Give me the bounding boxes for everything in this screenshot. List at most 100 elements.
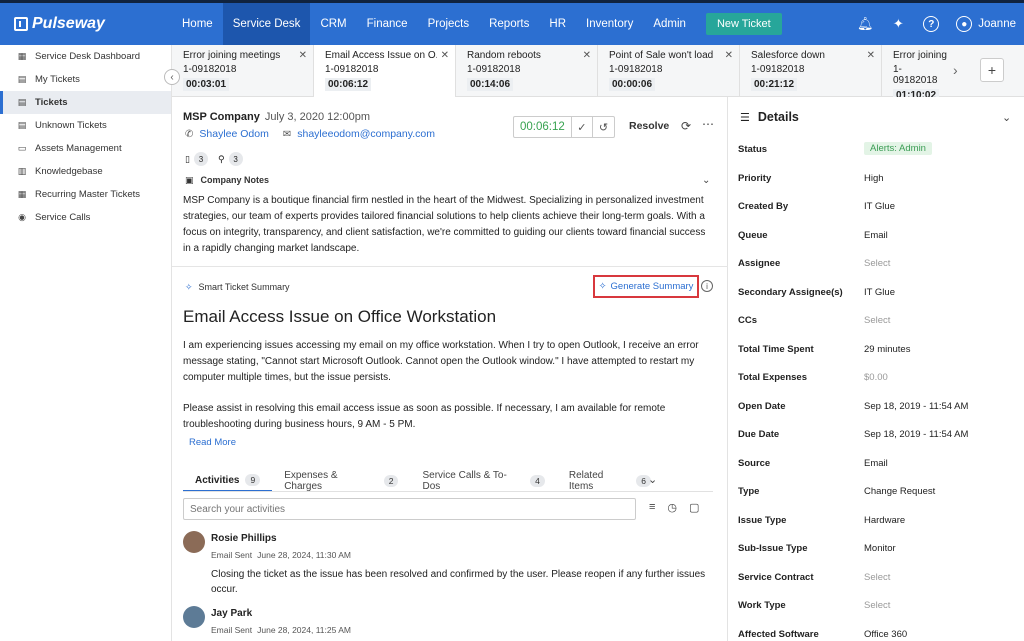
nav-finance[interactable]: Finance <box>357 3 418 45</box>
nav-admin[interactable]: Admin <box>643 3 696 45</box>
company-name[interactable]: MSP Company <box>183 111 260 123</box>
logo-text: Pulseway <box>32 15 105 33</box>
close-icon[interactable]: ✕ <box>725 50 733 61</box>
sidebar-item-assets-management[interactable]: ▭Assets Management <box>0 137 171 160</box>
sidebar-item-knowledgebase[interactable]: ▥Knowledgebase <box>0 160 171 183</box>
contact-name[interactable]: Shaylee Odom <box>199 128 268 140</box>
chevron-down-icon[interactable]: ⌄ <box>1002 111 1011 124</box>
detail-row-total-expenses: Total Expenses$0.00 <box>738 372 1018 386</box>
tab-scroll-right-icon[interactable]: › <box>953 62 958 78</box>
sidebar-item-tickets[interactable]: ▤Tickets <box>0 91 171 114</box>
sidebar-item-my-tickets[interactable]: ▤My Tickets <box>0 68 171 91</box>
activity-item: Jay Park Email SentJune 28, 2024, 11:25 … <box>183 606 713 641</box>
ticket-tab-time: 01:10:02 <box>893 89 939 97</box>
close-icon[interactable]: ✕ <box>299 50 307 61</box>
details-header: ☰Details <box>740 110 799 124</box>
detail-label: Status <box>738 144 767 155</box>
detail-row-created-by: Created ByIT Glue <box>738 201 1018 215</box>
ticket-tab[interactable]: Email Access Issue on O...✕1-0918201800:… <box>314 45 456 98</box>
generate-summary-button[interactable]: ✧ Generate Summary <box>593 275 699 298</box>
nav-inventory[interactable]: Inventory <box>576 3 643 45</box>
nav-projects[interactable]: Projects <box>418 3 480 45</box>
ticket-tab[interactable]: Point of Sale won't load✕1-0918201800:00… <box>598 45 740 97</box>
read-more-link[interactable]: Read More <box>189 437 236 448</box>
ticket-tab-number: 1-09182018 <box>183 64 302 75</box>
detail-value[interactable]: Select <box>864 258 890 269</box>
activity-time: June 28, 2024, 11:30 AM <box>257 550 351 560</box>
close-icon[interactable]: ✕ <box>441 50 449 61</box>
chevron-down-icon[interactable]: ⌄ <box>702 175 710 186</box>
detail-value[interactable]: Select <box>864 600 890 611</box>
collapse-sidebar-icon[interactable]: ‹ <box>164 69 180 85</box>
detail-value[interactable]: Select <box>864 315 890 326</box>
company-line: MSP CompanyJuly 3, 2020 12:00pm <box>183 111 370 123</box>
top-nav-bar: Pulseway HomeService DeskCRMFinanceProje… <box>0 0 1024 45</box>
unknown-tickets-icon: ▤ <box>16 120 28 131</box>
nav-reports[interactable]: Reports <box>479 3 539 45</box>
tab-count: 9 <box>245 474 260 486</box>
add-tab-icon[interactable]: + <box>980 58 1004 82</box>
bell-icon[interactable]: 🔔︎ <box>857 16 873 32</box>
smart-summary-header: ✧Smart Ticket Summary <box>185 282 290 293</box>
nav-hr[interactable]: HR <box>539 3 576 45</box>
sidebar-item-service-calls[interactable]: ◉Service Calls <box>0 206 171 229</box>
refresh-icon[interactable]: ⟳ <box>681 119 691 133</box>
nav-home[interactable]: Home <box>172 3 223 45</box>
detail-label: Queue <box>738 230 768 241</box>
wrench-icon[interactable]: ⚲ <box>218 154 225 165</box>
more-options-icon[interactable]: ⋯ <box>702 117 714 131</box>
ticket-tab[interactable]: Salesforce down✕1-0918201800:21:12 <box>740 45 882 97</box>
close-icon[interactable]: ✕ <box>867 50 875 61</box>
sidebar-item-label: My Tickets <box>35 74 80 85</box>
detail-value[interactable]: Alerts: Admin <box>864 142 932 155</box>
detail-row-work-type: Work TypeSelect <box>738 600 1018 614</box>
sparkle-icon[interactable]: ✦ <box>890 16 906 32</box>
detail-value[interactable]: Select <box>864 572 890 583</box>
note-icon[interactable]: ▢ <box>689 501 699 514</box>
ticket-tab[interactable]: Random reboots✕1-0918201800:14:06 <box>456 45 598 97</box>
sidebar-item-unknown-tickets[interactable]: ▤ Unknown Tickets <box>0 114 171 137</box>
clock-icon[interactable]: ◷ <box>667 501 677 514</box>
detail-label: Total Time Spent <box>738 344 814 355</box>
resolve-button[interactable]: Resolve <box>629 120 669 132</box>
tab-count: 4 <box>530 475 545 487</box>
nav-service-desk[interactable]: Service Desk <box>223 3 311 45</box>
pulseway-logo[interactable]: Pulseway <box>0 15 172 33</box>
smart-summary-label: Smart Ticket Summary <box>199 282 290 292</box>
help-icon[interactable]: ? <box>923 16 939 32</box>
reset-timer-icon[interactable]: ↺ <box>593 117 614 137</box>
filter-icon[interactable]: ≡ <box>649 501 655 514</box>
activity-meta: Email SentJune 28, 2024, 11:25 AM <box>211 625 351 635</box>
user-menu[interactable]: ● Joanne <box>956 16 1016 32</box>
detail-value: Email <box>864 458 888 469</box>
generate-summary-label: Generate Summary <box>611 281 694 292</box>
detail-row-status: Status Alerts: Admin <box>738 144 1018 158</box>
info-icon[interactable]: i <box>701 280 713 292</box>
new-ticket-button[interactable]: New Ticket <box>706 13 782 35</box>
tab-activities[interactable]: Activities9 <box>183 470 272 492</box>
tab-service-calls-to-dos[interactable]: Service Calls & To-Dos4 <box>410 470 556 492</box>
detail-row-queue: Queue Email <box>738 230 1018 244</box>
detail-label: Type <box>738 486 759 497</box>
check-icon[interactable]: ✓ <box>572 117 593 137</box>
detail-value[interactable]: $0.00 <box>864 372 888 383</box>
chevron-down-icon[interactable]: ⌄ <box>648 473 657 486</box>
company-notes-header[interactable]: ▣Company Notes <box>185 175 269 186</box>
attachment-icon[interactable]: ▯ <box>185 154 190 165</box>
search-activities-input[interactable] <box>183 498 636 520</box>
contact-email[interactable]: shayleeodom@company.com <box>297 128 435 140</box>
tab-count: 2 <box>384 475 399 487</box>
nav-crm[interactable]: CRM <box>310 3 356 45</box>
ticket-tab[interactable]: Error joining1-0918201801:10:02 <box>882 45 953 97</box>
close-icon[interactable]: ✕ <box>583 50 591 61</box>
sidebar-item-label: Unknown Tickets <box>35 120 107 131</box>
sidebar-item-recurring-master-tickets[interactable]: ▦Recurring Master Tickets <box>0 183 171 206</box>
detail-value: Email <box>864 230 888 241</box>
detail-label: Secondary Assignee(s) <box>738 287 843 298</box>
ticket-title: Email Access Issue on Office Workstation <box>183 307 496 327</box>
activity-type: Email Sent <box>211 550 252 560</box>
tab-expenses-charges[interactable]: Expenses & Charges2 <box>272 470 410 492</box>
sidebar-item-service-desk-dashboard[interactable]: ▦Service Desk Dashboard <box>0 45 171 68</box>
ticket-tab[interactable]: Error joining meetings✕1-0918201800:03:0… <box>172 45 314 97</box>
service-calls-icon: ◉ <box>16 212 28 223</box>
